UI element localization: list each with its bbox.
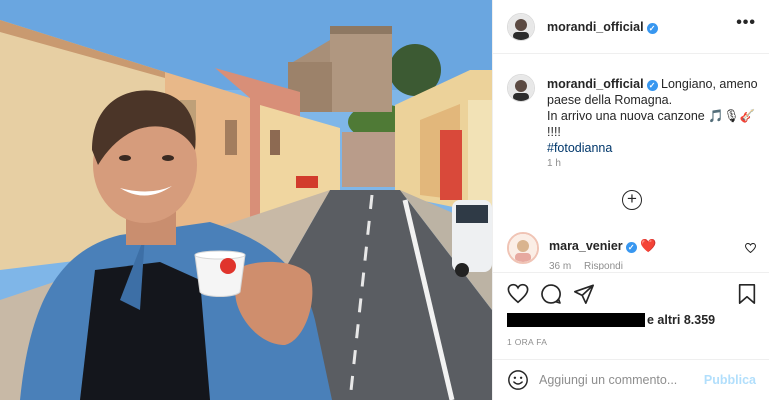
redacted-likers	[507, 313, 645, 327]
caption-line-2: In arrivo una nuova canzone 🎵🎙🎸 !!!!	[547, 109, 756, 139]
post-header: morandi_official ✓ •••	[493, 0, 769, 54]
paper-plane-icon[interactable]	[573, 283, 595, 305]
caption-timestamp: 1 h	[547, 158, 561, 169]
post-timestamp: 1 ORA FA	[507, 337, 548, 347]
load-more-comments-icon[interactable]: +	[622, 190, 642, 210]
publish-button[interactable]: Pubblica	[704, 373, 756, 387]
add-comment-bar: Pubblica	[493, 359, 769, 400]
post-sidebar: morandi_official ✓ ••• morandi_official ✓ …	[492, 0, 769, 400]
smiley-icon[interactable]	[507, 369, 529, 391]
likes-tail-text: e altri 8.359	[647, 313, 716, 327]
caption-avatar[interactable]	[507, 74, 535, 102]
caption-text: morandi_official ✓ Longiano, ameno paese …	[547, 76, 767, 156]
photo-illustration	[0, 0, 492, 400]
comment-meta: 36 m Rispondi	[549, 261, 633, 270]
commenter-username[interactable]: mara_venier ✓ ❤️	[549, 238, 656, 254]
caption-username[interactable]: morandi_official	[547, 77, 644, 91]
bookmark-icon[interactable]	[736, 283, 758, 305]
likes-count[interactable]: e altri 8.359	[507, 313, 757, 329]
verified-badge-icon: ✓	[646, 80, 658, 91]
more-options-icon[interactable]: •••	[736, 14, 756, 32]
post-actions: e altri 8.359 1 ORA FA Pubblica	[493, 272, 769, 400]
comment-like-heart-icon[interactable]	[744, 242, 757, 256]
comment-input[interactable]	[539, 371, 699, 389]
commenter-avatar[interactable]	[507, 232, 539, 264]
comment-text: ❤️	[640, 238, 657, 253]
author-username[interactable]: morandi_official ✓	[547, 20, 658, 34]
author-avatar[interactable]	[507, 13, 535, 41]
heart-icon[interactable]	[507, 283, 529, 305]
hashtag-link[interactable]: #fotodianna	[547, 140, 767, 156]
comment-item: mara_venier ✓ ❤️ 36 m Rispondi	[507, 232, 762, 270]
verified-badge-icon: ✓	[625, 242, 637, 253]
post-photo[interactable]	[0, 0, 492, 400]
comment-bubble-icon[interactable]	[540, 283, 562, 305]
comment-timestamp: 36 m	[549, 261, 572, 270]
verified-badge-icon: ✓	[646, 23, 658, 34]
reply-link[interactable]: Rispondi	[584, 261, 623, 270]
